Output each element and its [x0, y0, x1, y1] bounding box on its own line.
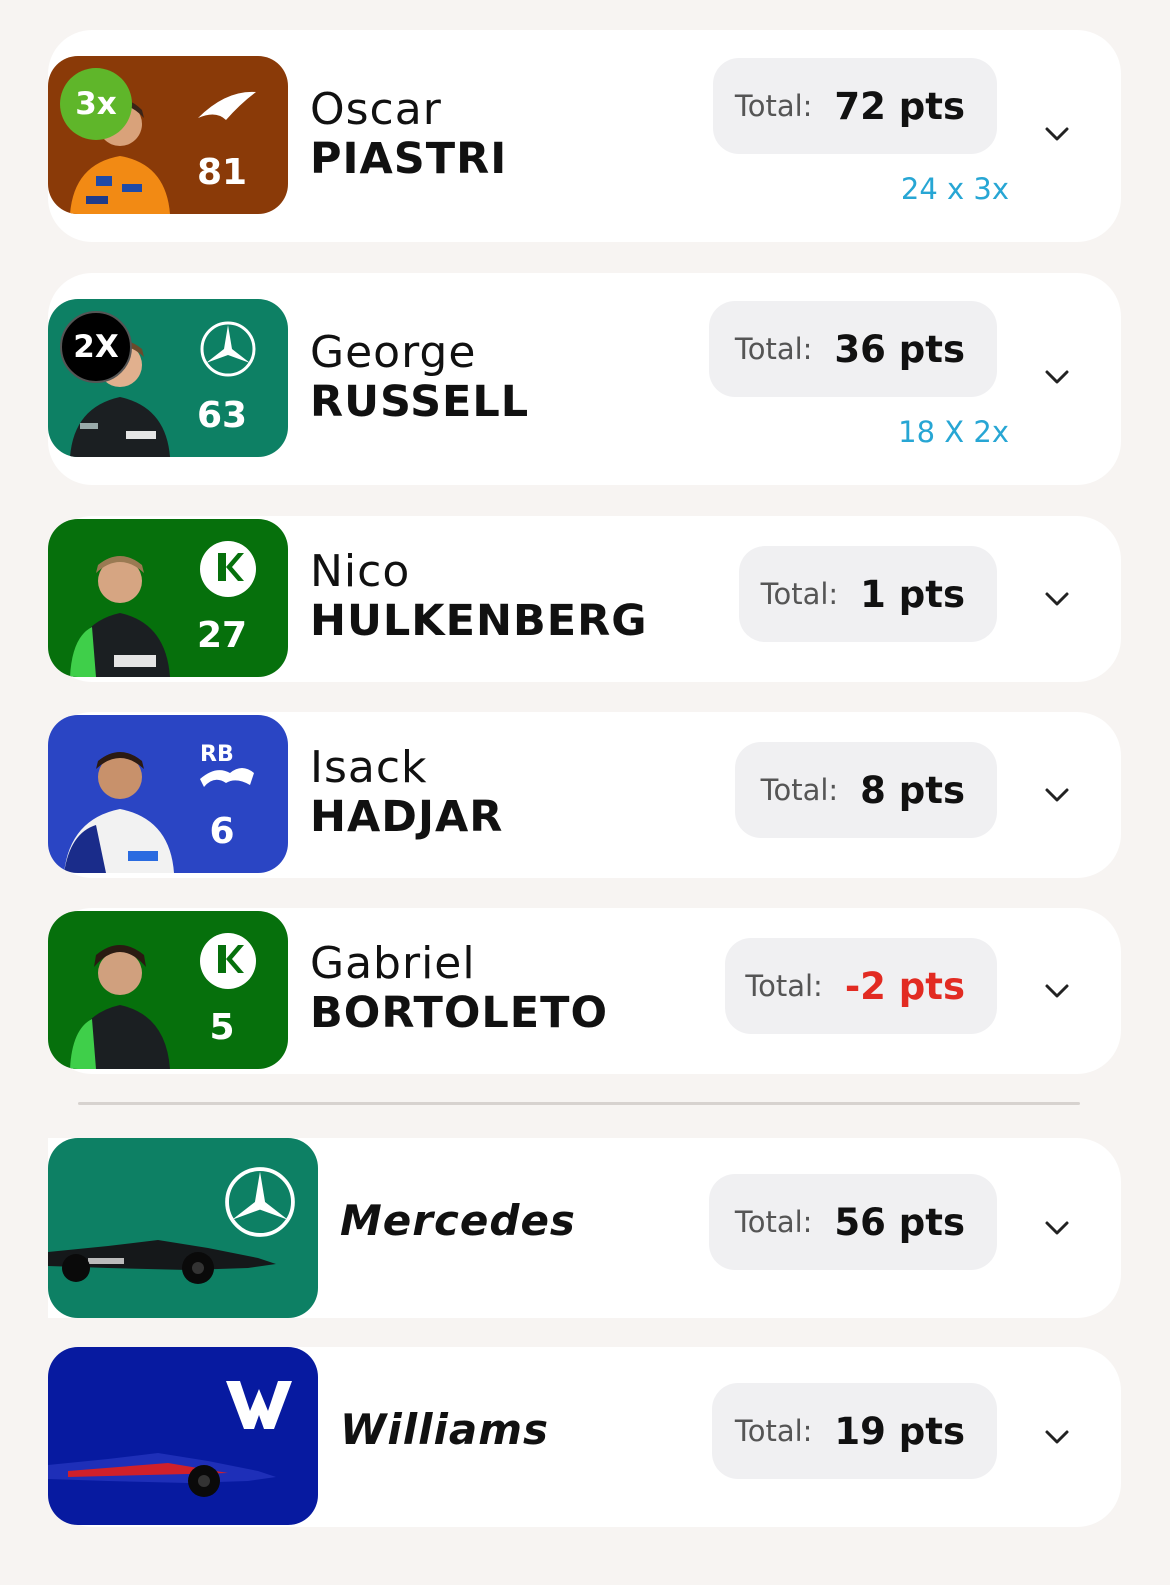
total-value: -2 pts [844, 964, 965, 1008]
driver-last-name: HADJAR [310, 792, 504, 842]
total-value: 36 pts [834, 327, 965, 371]
driver-thumbnail: 5 [48, 911, 288, 1069]
driver-thumbnail: 81 3x [48, 56, 288, 214]
total-value: 19 pts [834, 1409, 965, 1453]
driver-last-name: PIASTRI [310, 134, 508, 184]
driver-name: Oscar PIASTRI [310, 84, 508, 185]
williams-logo-icon [226, 1381, 292, 1429]
fantasy-team-list: 81 3x Oscar PIASTRI Total: 72 pts 24 x 3… [0, 0, 1170, 1585]
total-points-pill: Total: 36 pts [709, 301, 997, 397]
driver-name: Isack HADJAR [310, 742, 504, 843]
mclaren-logo-icon [198, 91, 256, 120]
team-thumbnail [48, 1347, 318, 1525]
driver-first-name: Nico [310, 546, 411, 597]
race-car-image [48, 1240, 276, 1284]
driver-number: 81 [196, 152, 248, 193]
chevron-down-icon[interactable] [1037, 357, 1077, 397]
mercedes-logo-icon [200, 321, 256, 377]
team-name: Mercedes [340, 1196, 576, 1245]
multiplier-breakdown: 18 X 2x [898, 415, 1009, 449]
driver-photo [70, 945, 170, 1069]
team-thumbnail [48, 1138, 318, 1318]
total-label: Total: [734, 89, 813, 123]
multiplier-badge-3x: 3x [60, 68, 132, 140]
chevron-down-icon[interactable] [1037, 1417, 1077, 1457]
driver-first-name: George [310, 327, 477, 378]
driver-card-bortoleto[interactable]: 5 Gabriel BORTOLETO Total: -2 pts [48, 908, 1121, 1074]
driver-card-hadjar[interactable]: RB 6 Isack HADJAR Total: 8 pts [48, 712, 1121, 878]
total-value: 72 pts [834, 84, 965, 128]
driver-number: 5 [209, 1007, 235, 1048]
driver-name: Nico HULKENBERG [310, 546, 648, 647]
multiplier-breakdown: 24 x 3x [900, 172, 1009, 206]
multiplier-badge-2x: 2X [60, 311, 132, 383]
driver-card-hulkenberg[interactable]: 27 Nico HULKENBERG Total: 1 pts [48, 516, 1121, 682]
chevron-down-icon[interactable] [1037, 579, 1077, 619]
total-value: 1 pts [860, 572, 965, 616]
total-label: Total: [760, 577, 839, 611]
driver-photo [64, 752, 174, 873]
section-divider [78, 1102, 1080, 1105]
svg-text:RB: RB [200, 742, 234, 767]
total-points-pill: Total: 19 pts [712, 1383, 997, 1479]
total-label: Total: [734, 1205, 813, 1239]
team-card-mercedes[interactable]: Mercedes Total: 56 pts [48, 1138, 1121, 1318]
driver-thumbnail: 27 [48, 519, 288, 677]
driver-name: George RUSSELL [310, 327, 530, 428]
total-value: 56 pts [834, 1200, 965, 1244]
race-car-image [48, 1453, 276, 1497]
chevron-down-icon[interactable] [1037, 775, 1077, 815]
driver-first-name: Gabriel [310, 938, 476, 989]
kick-sauber-logo-icon [200, 541, 256, 597]
driver-thumbnail: RB 6 [48, 715, 288, 873]
team-card-williams[interactable]: Williams Total: 19 pts [48, 1347, 1121, 1527]
driver-last-name: RUSSELL [310, 377, 530, 427]
total-label: Total: [734, 332, 813, 366]
chevron-down-icon[interactable] [1037, 1208, 1077, 1248]
total-value: 8 pts [860, 768, 965, 812]
total-points-pill: Total: 8 pts [735, 742, 997, 838]
team-name: Williams [340, 1405, 550, 1454]
driver-number: 6 [209, 811, 235, 852]
total-label: Total: [760, 773, 839, 807]
driver-first-name: Oscar [310, 84, 442, 135]
driver-number: 63 [196, 395, 248, 436]
total-points-pill: Total: 72 pts [713, 58, 997, 154]
racing-bulls-logo-icon: RB [200, 742, 254, 787]
chevron-down-icon[interactable] [1037, 971, 1077, 1011]
driver-last-name: BORTOLETO [310, 988, 609, 1038]
driver-card-piastri[interactable]: 81 3x Oscar PIASTRI Total: 72 pts 24 x 3… [48, 30, 1121, 242]
driver-last-name: HULKENBERG [310, 596, 648, 646]
driver-first-name: Isack [310, 742, 428, 793]
kick-sauber-logo-icon [200, 933, 256, 989]
total-points-pill: Total: -2 pts [725, 938, 997, 1034]
chevron-down-icon[interactable] [1037, 114, 1077, 154]
driver-photo [70, 556, 170, 677]
driver-number: 27 [196, 615, 248, 656]
driver-name: Gabriel BORTOLETO [310, 938, 609, 1039]
driver-thumbnail: 63 2X [48, 299, 288, 457]
total-points-pill: Total: 56 pts [709, 1174, 997, 1270]
total-label: Total: [745, 969, 823, 1003]
total-label: Total: [734, 1414, 813, 1448]
driver-card-russell[interactable]: 63 2X George RUSSELL Total: 36 pts 18 X … [48, 273, 1121, 485]
total-points-pill: Total: 1 pts [739, 546, 997, 642]
